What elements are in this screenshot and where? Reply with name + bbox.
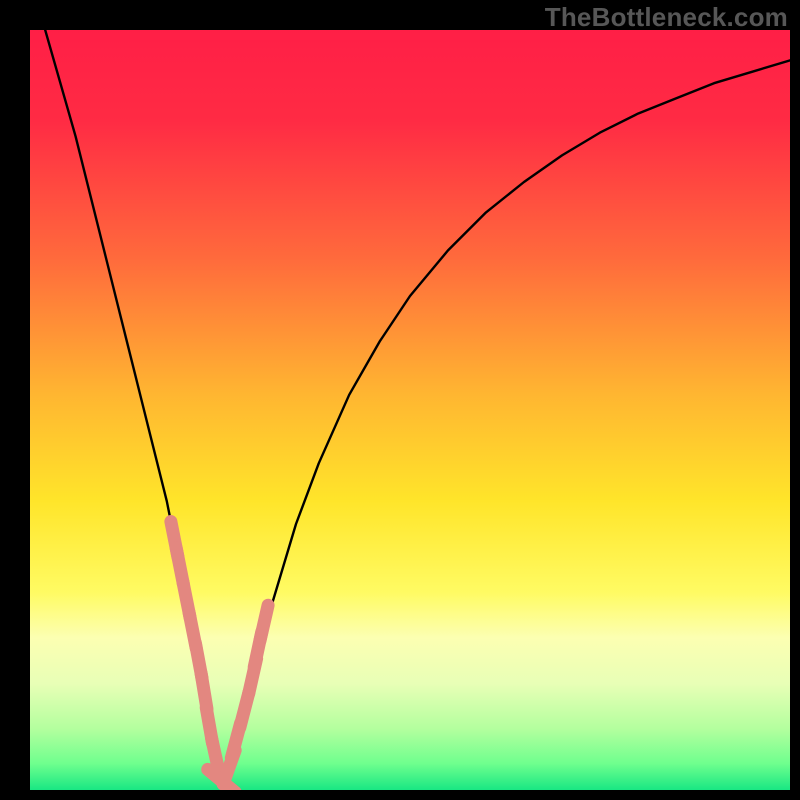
bottleneck-chart [0, 0, 800, 800]
chart-frame: TheBottleneck.com [0, 0, 800, 800]
watermark-text: TheBottleneck.com [545, 2, 788, 33]
marker-pill [260, 605, 268, 640]
